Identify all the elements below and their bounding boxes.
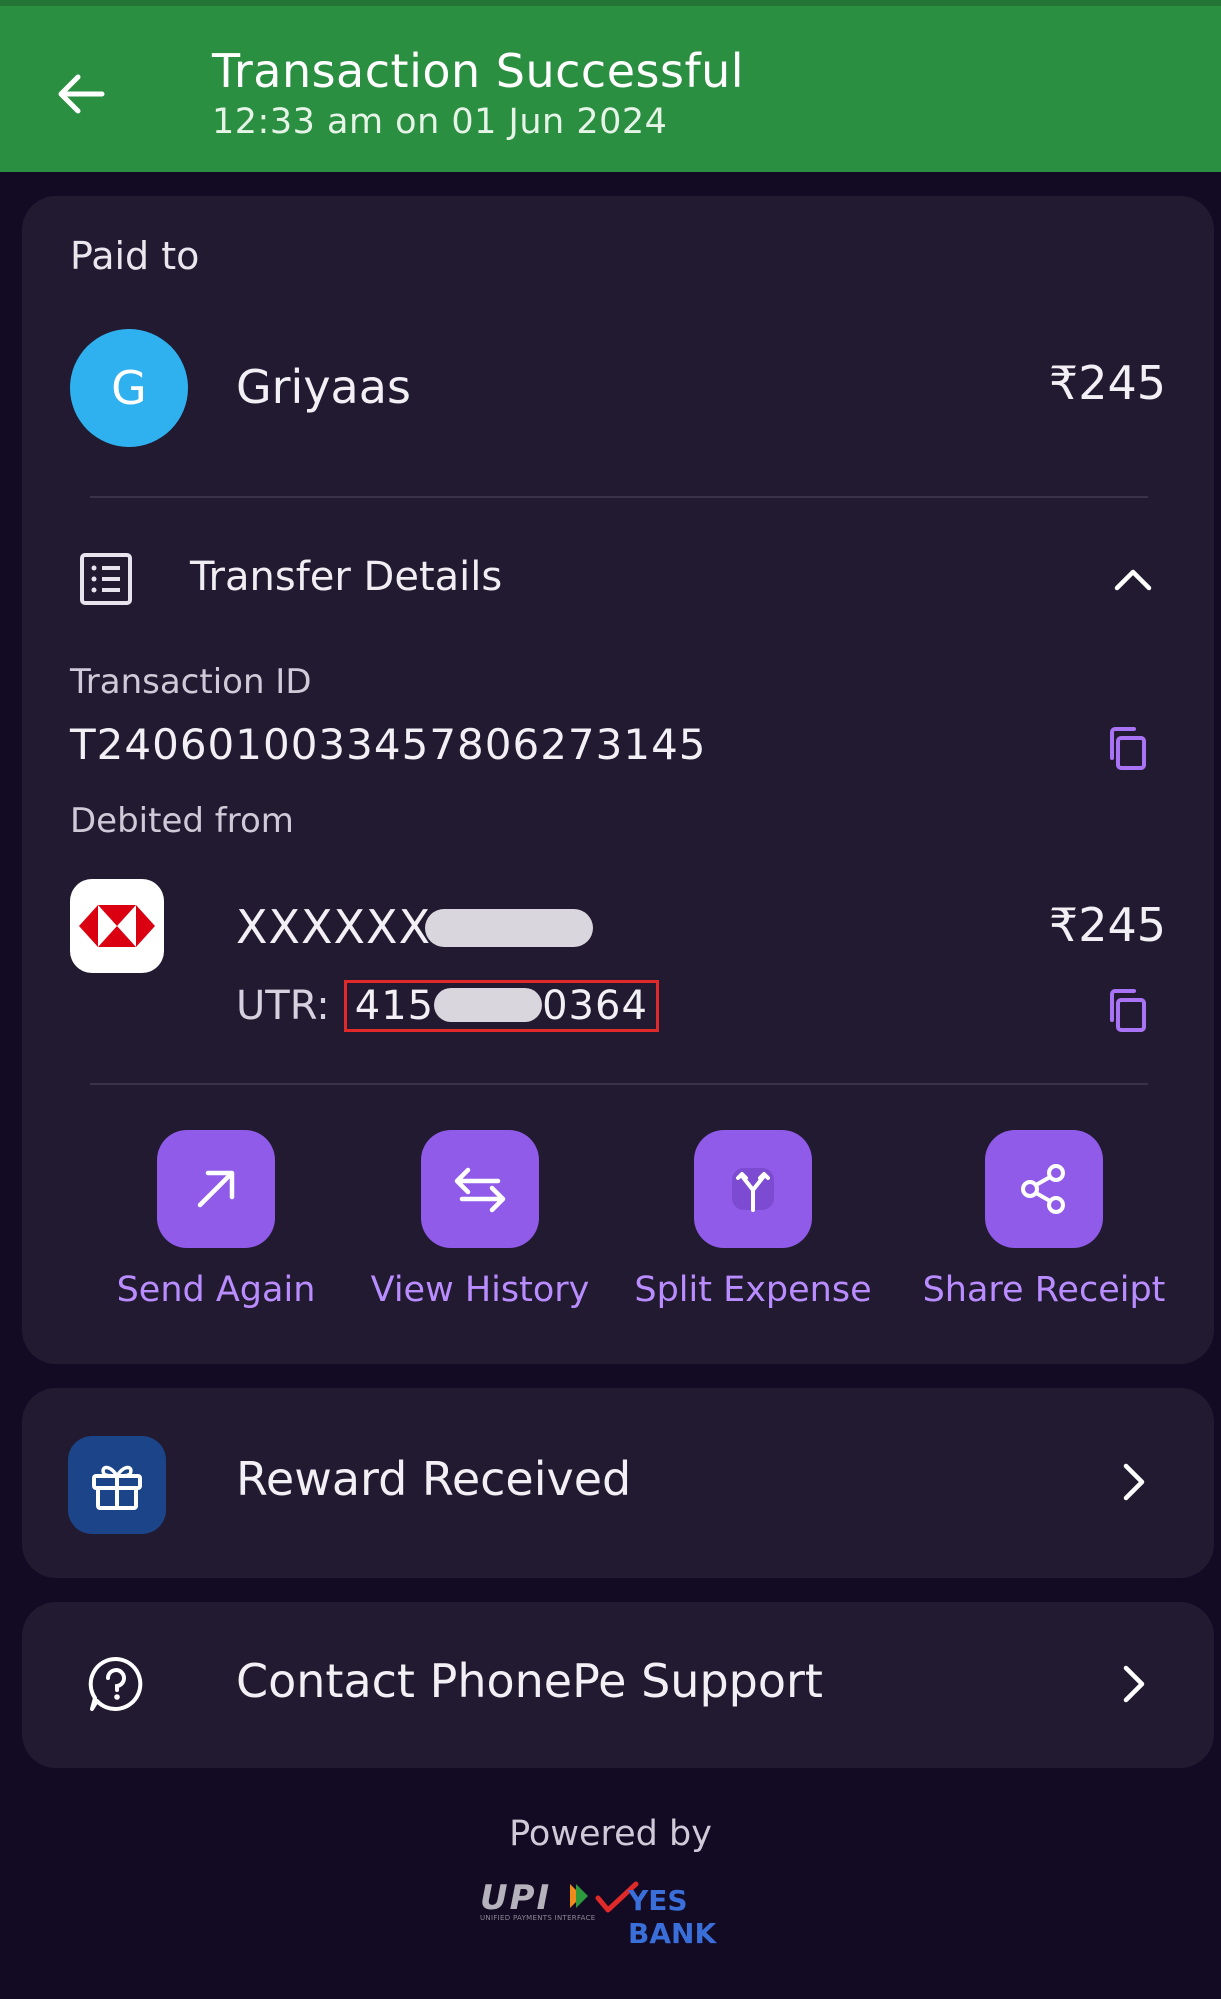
share-icon [1021, 1164, 1065, 1214]
document-list-icon [80, 553, 132, 605]
paid-to-label: Paid to [70, 234, 200, 278]
transaction-id-label: Transaction ID [70, 662, 312, 702]
arrow-left-icon[interactable] [52, 64, 112, 124]
divider [90, 496, 1148, 498]
split-expense-label: Split Expense [634, 1270, 872, 1310]
swap-arrows-icon [454, 1167, 506, 1213]
upi-arrow-icon [570, 1884, 588, 1908]
utr-row: UTR: 415 0364 [236, 980, 659, 1032]
bank-logo [70, 879, 164, 973]
redaction-blur [425, 909, 594, 947]
avatar: G [70, 329, 188, 447]
paid-amount: ₹245 [1048, 356, 1166, 410]
yes-bank-logo: YES BANK [628, 1884, 717, 1950]
account-number: XXXXXX [236, 900, 594, 954]
share-receipt-icon-tile[interactable] [985, 1130, 1103, 1248]
split-expense-button[interactable]: Split Expense [618, 1130, 888, 1310]
payee-name: Griyaas [236, 360, 411, 414]
copy-icon[interactable] [1106, 724, 1150, 772]
chevron-up-icon[interactable] [1112, 558, 1154, 600]
view-history-icon-tile[interactable] [421, 1130, 539, 1248]
transaction-card: Paid to G Griyaas ₹245 Transfer Details … [22, 196, 1214, 1364]
transaction-timestamp: 12:33 am on 01 Jun 2024 [212, 102, 668, 142]
gift-icon-tile [68, 1436, 166, 1534]
debited-amount: ₹245 [1048, 898, 1166, 952]
page-title: Transaction Successful [212, 44, 745, 98]
share-receipt-button[interactable]: Share Receipt [910, 1130, 1178, 1310]
arrow-up-right-icon [197, 1170, 235, 1208]
transfer-details-title[interactable]: Transfer Details [190, 554, 502, 600]
contact-support-row[interactable]: Contact PhonePe Support [22, 1602, 1214, 1768]
upi-subtitle: UNIFIED PAYMENTS INTERFACE [480, 1914, 596, 1922]
redaction-blur [434, 988, 543, 1022]
view-history-button[interactable]: View History [352, 1130, 608, 1310]
help-circle-icon [88, 1656, 143, 1711]
gift-icon [92, 1465, 142, 1510]
share-receipt-label: Share Receipt [922, 1270, 1166, 1310]
send-again-button[interactable]: Send Again [102, 1130, 330, 1310]
copy-icon[interactable] [1106, 986, 1150, 1034]
upi-logo: UPI [480, 1878, 552, 1918]
chevron-right-icon [1123, 1463, 1145, 1501]
utr-label: UTR: [236, 983, 330, 1029]
reward-received-row[interactable]: Reward Received [22, 1388, 1214, 1578]
send-again-icon-tile[interactable] [157, 1130, 275, 1248]
debited-from-label: Debited from [70, 801, 294, 841]
utr-end: 0364 [542, 983, 648, 1029]
divider [90, 1083, 1148, 1085]
hexagon-bank-icon [79, 905, 155, 947]
utr-start: 415 [354, 983, 435, 1029]
utr-highlight-box: 415 0364 [343, 980, 659, 1032]
chevron-right-icon [1123, 1665, 1145, 1703]
reward-received-label: Reward Received [236, 1452, 632, 1506]
split-expense-icon-tile[interactable] [694, 1130, 812, 1248]
view-history-label: View History [370, 1270, 590, 1310]
partner-logos: UPI YES BANK UNIFIED PAYMENTS INTERFACE [480, 1878, 760, 1950]
transaction-id: T2406010033457806273145 [70, 720, 707, 769]
send-again-label: Send Again [116, 1270, 316, 1310]
contact-support-label: Contact PhonePe Support [236, 1654, 823, 1708]
account-prefix: XXXXXX [236, 900, 432, 954]
app-header: Transaction Successful 12:33 am on 01 Ju… [0, 0, 1221, 172]
powered-by-label: Powered by [509, 1814, 712, 1854]
split-icon [732, 1168, 774, 1212]
